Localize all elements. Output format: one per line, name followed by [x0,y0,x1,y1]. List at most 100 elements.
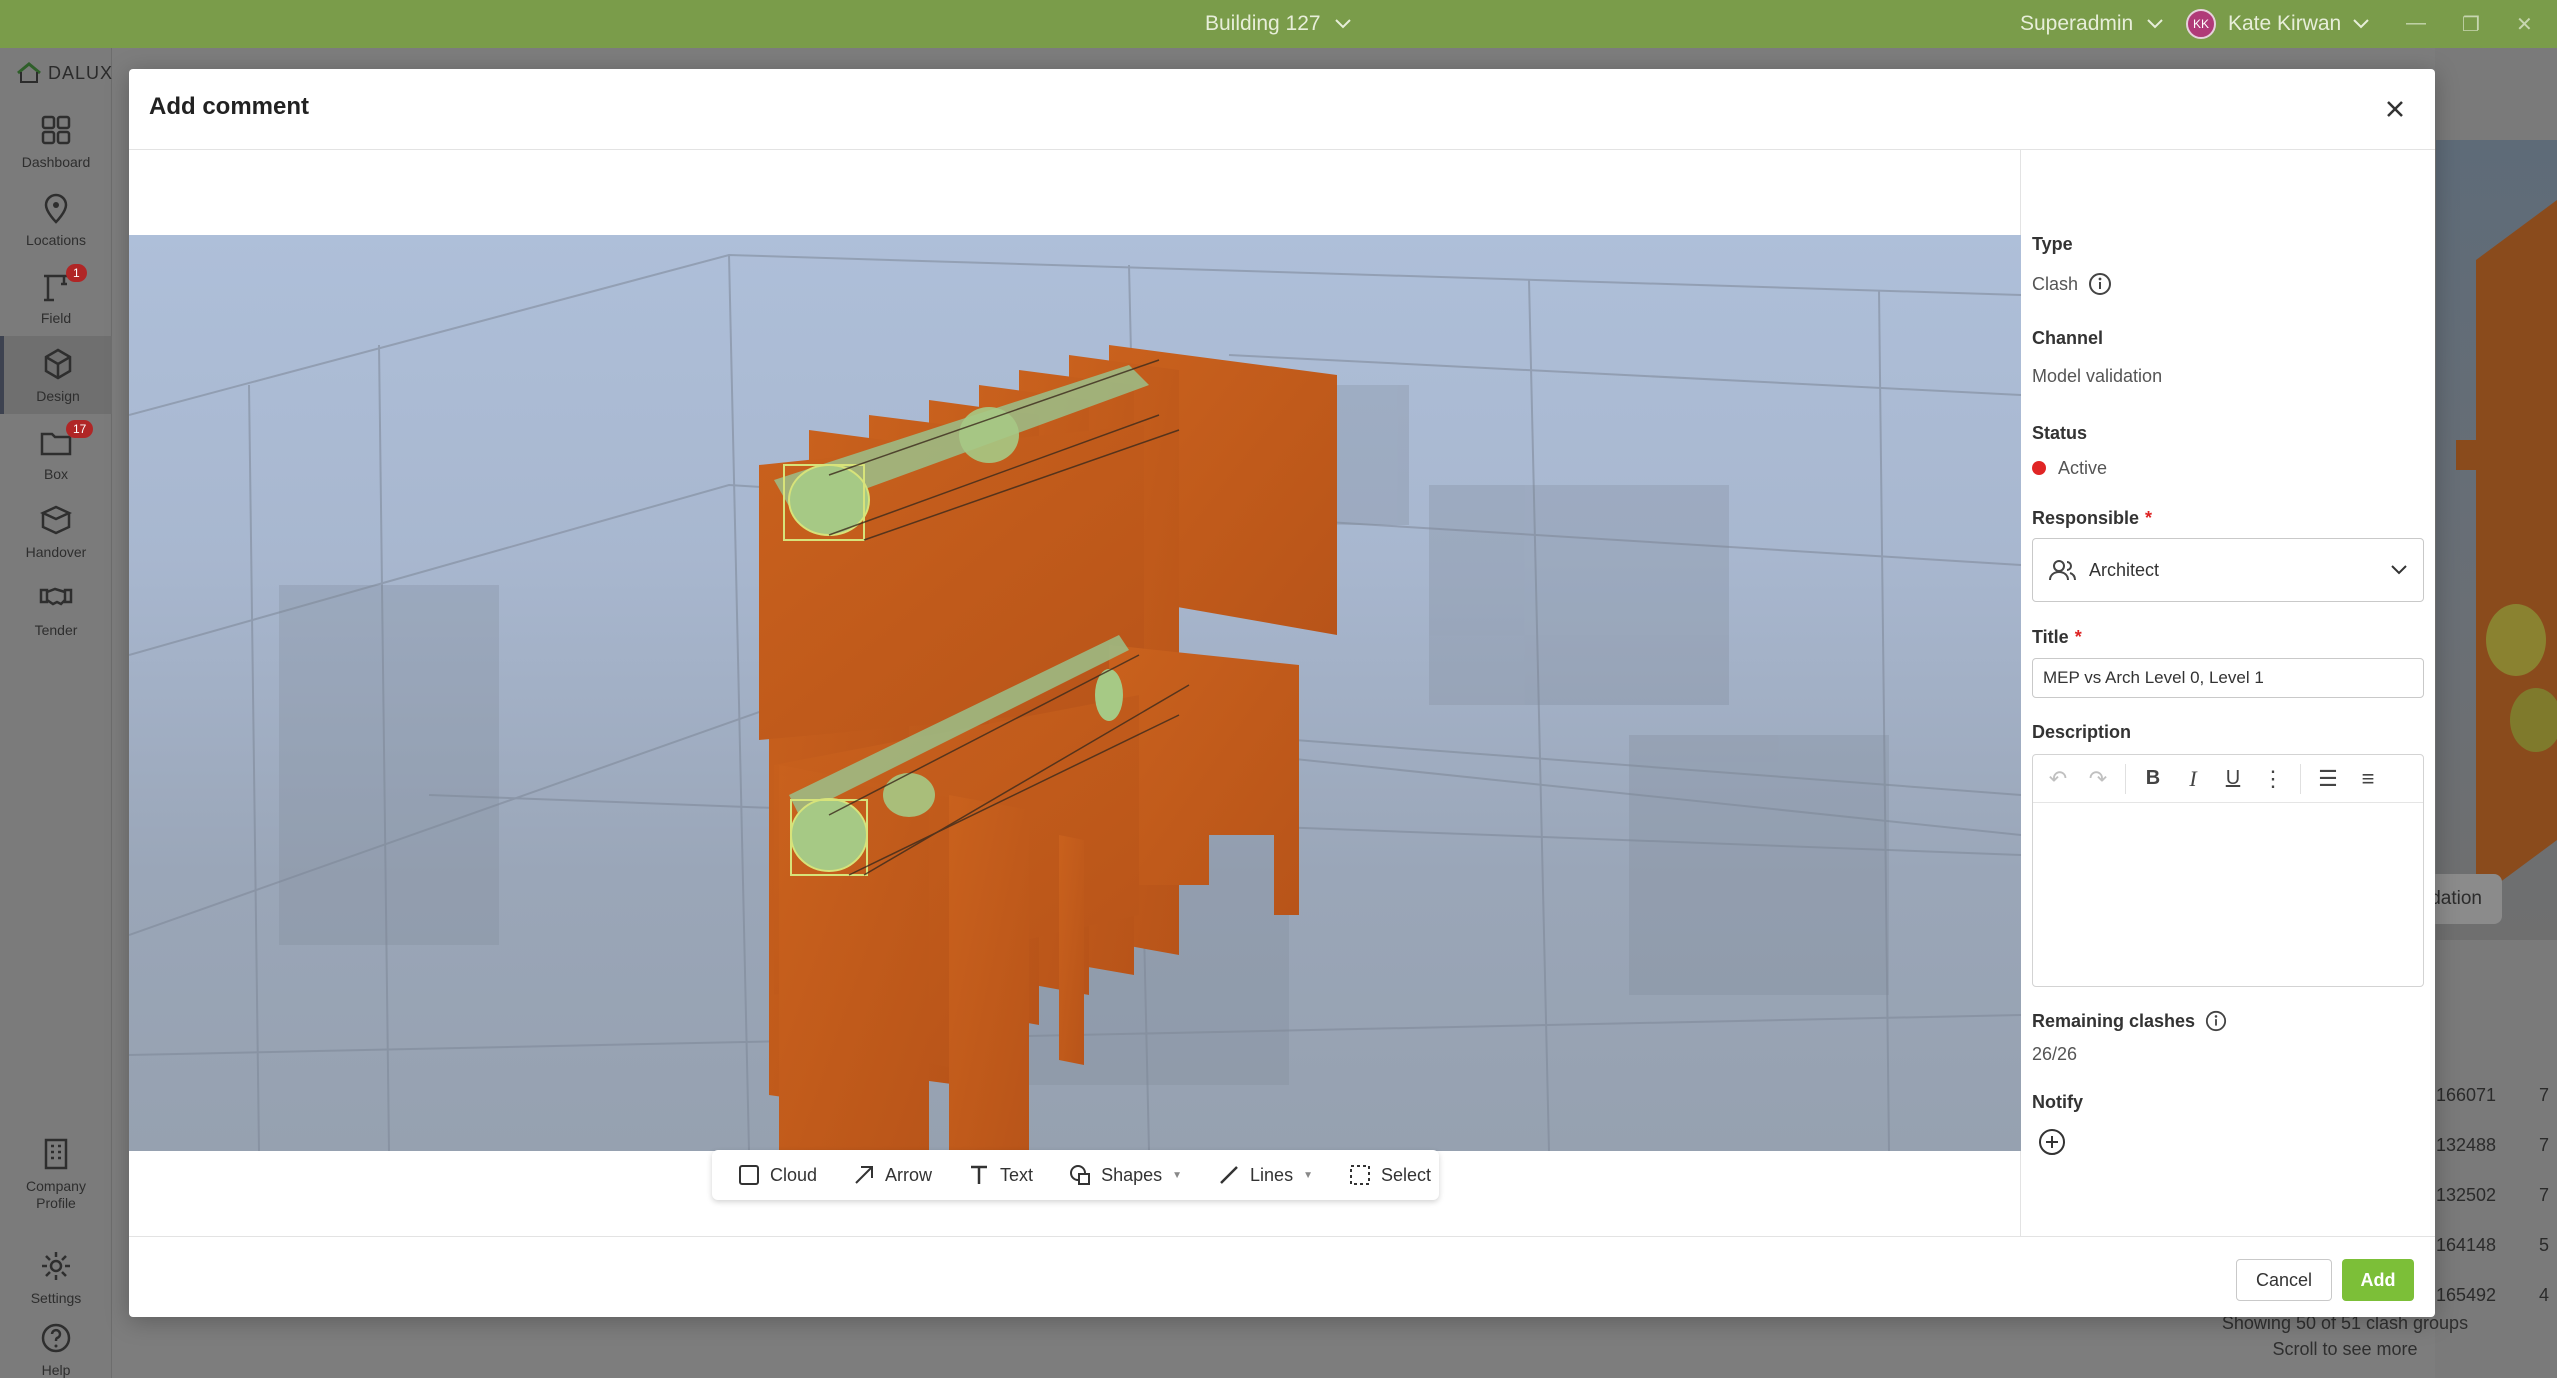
remaining-clashes-label: Remaining clashes [2032,1010,2227,1032]
viewer-area: Cloud Arrow Text Shapes ▼ Lines ▼ Select [129,150,2021,1236]
bullet-list-icon[interactable]: ☰ [2311,762,2345,796]
title-input[interactable]: MEP vs Arch Level 0, Level 1 [2032,658,2424,698]
responsible-label: Responsible * [2032,508,2153,528]
user-menu[interactable]: KK Kate Kirwan [2186,9,2369,39]
house-logo-icon [17,62,41,83]
shapes-icon [1070,1165,1091,1185]
sidebar-item-company-profile[interactable]: Company Profile [0,1128,112,1220]
type-label: Type [2032,234,2073,254]
role-selector[interactable]: Superadmin [2020,12,2163,36]
lines-tool-button[interactable]: Lines ▼ [1204,1155,1327,1195]
sidebar-item-handover[interactable]: Handover [0,492,112,570]
sidebar-item-tender[interactable]: Tender [0,570,112,648]
dialog-title: Add comment [149,93,310,120]
channel-label: Channel [2032,328,2104,348]
square-dashed-icon [739,1165,759,1185]
minimize-icon[interactable]: — [2406,12,2426,35]
table-row: 164148 5 [2436,1235,2549,1255]
add-notify-button[interactable] [2038,1128,2066,1161]
sidebar-item-help[interactable]: Help [0,1310,112,1378]
handshake-icon [39,587,73,606]
info-icon[interactable] [2088,272,2112,296]
chevron-down-icon [2391,565,2407,575]
select-icon [1349,1165,1370,1185]
close-icon [2387,101,2403,117]
sidebar: DALUX Dashboard Locations Field 1 Design… [0,48,112,1378]
role-name: Superadmin [2020,12,2134,35]
logo[interactable]: DALUX [16,62,113,84]
status-dot-icon [2032,461,2046,475]
description-input[interactable] [2033,803,2423,986]
text-tool-button[interactable]: Text [954,1155,1047,1195]
pin-icon [44,193,68,224]
status-value: Active [2032,458,2107,479]
required-asterisk-icon: * [2145,508,2153,528]
status-label: Status [2032,423,2088,443]
table-row: 132488 7 [2436,1135,2549,1155]
responsible-select[interactable]: Architect [2032,538,2424,602]
editor-toolbar: ↶ ↷ B I U ⋮ ☰ ≡ [2033,755,2423,803]
sidebar-item-field[interactable]: Field 1 [0,258,112,336]
required-asterisk-icon: * [2074,627,2082,647]
redo-icon[interactable]: ↷ [2081,762,2115,796]
chevron-down-icon [2353,19,2369,29]
sidebar-item-box[interactable]: Box 17 [0,414,112,492]
remaining-clashes-value: 26/26 [2032,1044,2078,1064]
cloud-tool-button[interactable]: Cloud [724,1155,831,1195]
responsible-value: Architect [2089,559,2160,580]
type-value: Clash [2032,272,2112,296]
chevron-down-icon [2147,19,2163,29]
project-name: Building 127 [1205,12,1321,35]
users-icon [2049,560,2076,581]
sidebar-item-dashboard[interactable]: Dashboard [0,102,112,180]
channel-value: Model validation [2032,366,2163,386]
notification-badge: 1 [66,264,87,282]
caret-down-icon: ▼ [1303,1169,1313,1181]
add-button[interactable]: Add [2342,1259,2414,1301]
plus-circle-icon [2039,1129,2065,1155]
help-icon [41,1323,71,1353]
description-editor: ↶ ↷ B I U ⋮ ☰ ≡ [2032,754,2424,987]
close-button[interactable] [2379,93,2411,125]
background-3d-view [2436,140,2557,940]
markup-toolbar: Cloud Arrow Text Shapes ▼ Lines ▼ Select [712,1150,1439,1200]
more-options-icon[interactable]: ⋮ [2256,762,2290,796]
cube-icon [44,348,72,380]
grid-icon [41,115,71,145]
background-table: 166071 7 132488 7 132502 7 164148 5 165492 4 [2436,1085,2557,1335]
comment-form: Type Clash Channel Model validation Stat… [2032,150,2427,1236]
chevron-down-icon [1334,19,1351,29]
table-row: 132502 7 [2436,1185,2549,1205]
dialog-footer: Cancel Add [129,1236,2435,1317]
bold-icon[interactable]: B [2136,762,2170,796]
sidebar-item-design[interactable]: Design [0,336,112,414]
window-close-icon[interactable]: ✕ [2516,12,2533,37]
description-label: Description [2032,722,2132,742]
add-comment-dialog: Add comment Cloud Arrow Text Shapes ▼ Li… [129,69,2435,1317]
numbered-list-icon[interactable]: ≡ [2351,762,2385,796]
project-selector[interactable]: Building 127 [1205,12,1351,36]
background-footer: Showing 50 of 51 clash groups Scroll to … [2221,1313,2469,1359]
line-icon [1220,1166,1238,1184]
italic-icon[interactable]: I [2176,762,2210,796]
arrow-icon [855,1166,874,1184]
gear-icon [42,1252,70,1280]
undo-icon[interactable]: ↶ [2041,762,2075,796]
shapes-tool-button[interactable]: Shapes ▼ [1055,1155,1196,1195]
arrow-tool-button[interactable]: Arrow [839,1155,946,1195]
select-tool-button[interactable]: Select [1335,1155,1445,1195]
avatar: KK [2186,9,2216,39]
info-icon[interactable] [2205,1010,2227,1032]
title-label: Title * [2032,627,2082,647]
caret-down-icon: ▼ [1172,1169,1183,1181]
sidebar-item-settings[interactable]: Settings [0,1238,112,1316]
user-name: Kate Kirwan [2228,12,2342,35]
table-row: 166071 7 [2436,1085,2549,1105]
3d-model-view[interactable] [129,235,2021,1151]
maximize-icon[interactable]: ❐ [2462,12,2480,37]
top-bar: Building 127 Superadmin KK Kate Kirwan —… [0,0,2557,48]
cancel-button[interactable]: Cancel [2236,1259,2332,1301]
underline-icon[interactable]: U [2216,762,2250,796]
sidebar-item-locations[interactable]: Locations [0,180,112,258]
notification-badge: 17 [66,420,94,438]
